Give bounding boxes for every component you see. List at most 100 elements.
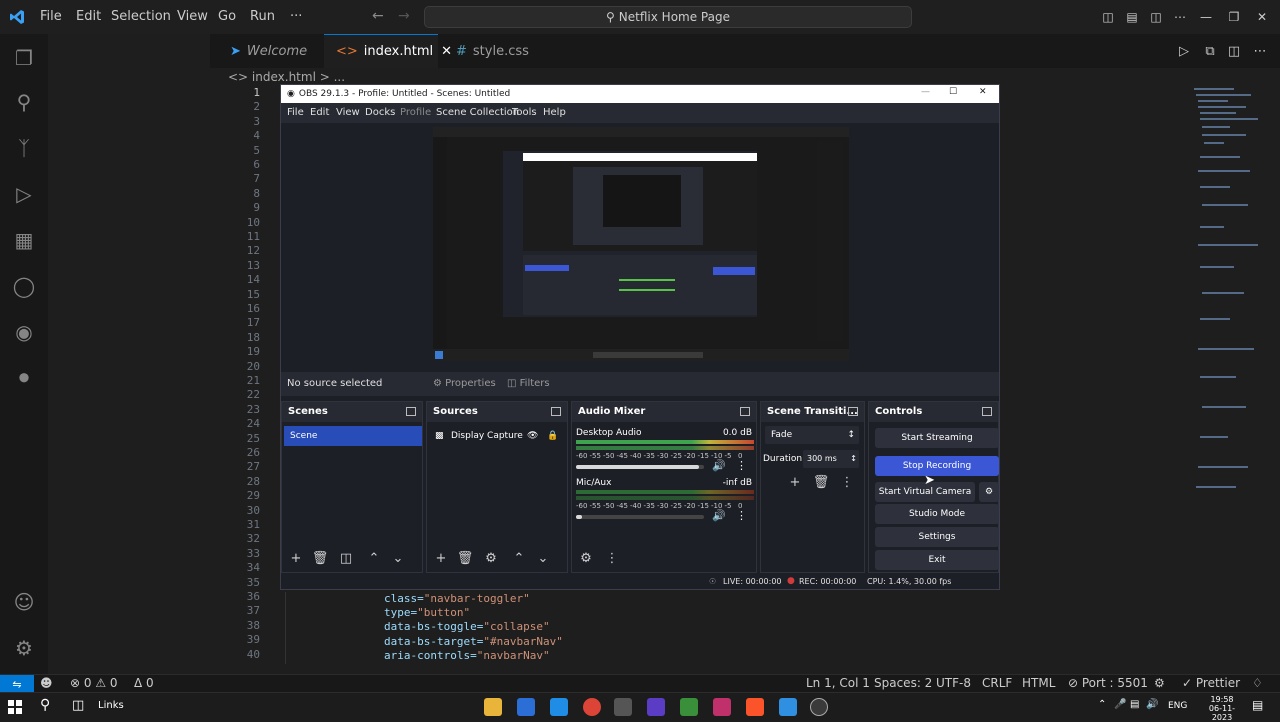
extension-status-icon[interactable]: ⚙ (1154, 676, 1165, 690)
properties-button[interactable]: ⚙ Properties (429, 376, 500, 391)
prettier-status[interactable]: ✓ Prettier (1182, 676, 1240, 690)
end-of-line[interactable]: CRLF (982, 676, 1012, 690)
obs-menu-tools[interactable]: Tools (512, 107, 537, 118)
studio-mode-button[interactable]: Studio Mode (875, 504, 999, 524)
audio-menu-icon[interactable]: ⋮ (604, 550, 620, 566)
run-icon[interactable]: ▷ (1172, 39, 1196, 63)
add-transition-icon[interactable]: + (787, 474, 803, 490)
forward-arrow-icon[interactable]: → (398, 8, 410, 24)
ports-count[interactable]: Δ 0 (134, 676, 154, 690)
undock-icon[interactable] (740, 407, 750, 416)
store-icon[interactable] (517, 698, 535, 716)
chrome-icon[interactable] (583, 698, 601, 716)
move-down-icon[interactable]: ⌄ (535, 550, 551, 566)
run-debug-icon[interactable]: ▷ (12, 182, 36, 206)
app-icon[interactable] (680, 698, 698, 716)
remove-source-icon[interactable]: 🗑 (457, 550, 474, 566)
clock[interactable]: 19:58 06-11-2023 (1200, 695, 1244, 722)
notifications-bell-icon[interactable]: ♢ (1252, 676, 1263, 690)
explorer-icon[interactable]: ❐ (12, 46, 36, 70)
code-line[interactable]: data-bs-toggle="collapse" (384, 620, 550, 633)
indentation[interactable]: Spaces: 2 (874, 676, 932, 690)
remove-transition-icon[interactable]: 🗑 (813, 474, 830, 490)
problems-count[interactable]: ⊗ 0 ⚠ 0 (70, 676, 118, 690)
file-explorer-icon[interactable] (484, 698, 502, 716)
obs-close-icon[interactable]: ✕ (979, 87, 987, 97)
start-streaming-button[interactable]: Start Streaming (875, 428, 999, 448)
task-view-icon[interactable]: ◫ (72, 698, 84, 713)
links-toolbar[interactable]: Links (98, 700, 124, 711)
minimap[interactable] (1190, 86, 1260, 496)
language-indicator[interactable]: ENG (1168, 701, 1187, 711)
source-list-item[interactable]: ▩ Display Capture 👁 🔒 (429, 426, 567, 446)
mic-aux-menu-icon[interactable]: ⋮ (736, 509, 747, 522)
add-scene-icon[interactable]: + (288, 550, 304, 566)
source-control-icon[interactable]: ᛉ (12, 136, 36, 160)
obs-taskbar-icon[interactable] (810, 698, 828, 716)
manage-gear-icon[interactable]: ⚙ (12, 636, 36, 660)
mic-aux-volume-slider[interactable] (576, 515, 704, 519)
obs-menu-help[interactable]: Help (543, 107, 566, 118)
obs-minimize-icon[interactable]: — (921, 87, 930, 97)
windows-start-icon[interactable] (8, 700, 22, 714)
close-window-icon[interactable]: ✕ (1242, 0, 1280, 34)
obs-menu-file[interactable]: File (287, 107, 304, 118)
transition-menu-icon[interactable]: ⋮ (839, 474, 855, 490)
network-icon[interactable]: ▤ (1130, 699, 1139, 710)
notification-center-icon[interactable]: ▤ (1252, 698, 1263, 712)
menu-view[interactable]: View (169, 0, 216, 34)
language-mode[interactable]: HTML (1022, 676, 1055, 690)
extensions-icon[interactable]: ▦ (12, 228, 36, 252)
move-down-icon[interactable]: ⌄ (390, 550, 406, 566)
more-actions-icon[interactable]: ⋯ (1248, 39, 1272, 63)
mic-aux-speaker-icon[interactable]: 🔊 (712, 509, 726, 522)
settings-button[interactable]: Settings (875, 527, 999, 547)
undock-icon[interactable] (848, 407, 858, 416)
obs-maximize-icon[interactable]: ☐ (949, 87, 957, 97)
code-line[interactable]: aria-controls="navbarNav" (384, 649, 550, 662)
accounts-icon[interactable]: ☺ (12, 590, 36, 614)
exit-button[interactable]: Exit (875, 550, 999, 570)
menu-selection[interactable]: Selection (103, 0, 179, 34)
cursor-position[interactable]: Ln 1, Col 1 (806, 676, 870, 690)
obs-menu-scene-collection[interactable]: Scene Collection (436, 107, 519, 118)
mail-icon[interactable] (550, 698, 568, 716)
command-center-search[interactable]: ⚲ Netflix Home Page (424, 6, 912, 28)
program-preview[interactable] (433, 127, 849, 361)
encoding[interactable]: UTF-8 (936, 676, 971, 690)
add-source-icon[interactable]: + (433, 550, 449, 566)
desktop-audio-volume-slider[interactable] (576, 465, 704, 469)
code-line[interactable]: data-bs-target="#navbarNav" (384, 635, 563, 648)
desktop-audio-menu-icon[interactable]: ⋮ (736, 459, 747, 472)
brave-icon[interactable] (746, 698, 764, 716)
live-server-port[interactable]: ⊘ Port : 5501 (1068, 676, 1148, 690)
move-up-icon[interactable]: ⌃ (366, 550, 382, 566)
volume-icon[interactable]: 🔊 (1146, 699, 1158, 710)
remote-indicator-icon[interactable]: ⇋ (0, 675, 34, 693)
open-preview-icon[interactable]: ⧉ (1198, 39, 1222, 63)
obs-menu-profile[interactable]: Profile (400, 107, 431, 118)
virtual-camera-settings-gear-icon[interactable]: ⚙ (979, 482, 999, 502)
menu-more[interactable]: ··· (282, 0, 310, 34)
transition-type-select[interactable]: Fade ↕ (765, 426, 859, 444)
visual-studio-icon[interactable] (647, 698, 665, 716)
remove-scene-icon[interactable]: 🗑 (312, 550, 329, 566)
lock-icon[interactable]: 🔒 (547, 426, 558, 446)
code-line[interactable]: class="navbar-toggler" (384, 592, 530, 605)
filters-button[interactable]: ◫ Filters (503, 376, 554, 391)
menu-file[interactable]: File (32, 0, 70, 34)
breadcrumb[interactable]: <> index.html > ... (228, 70, 345, 84)
tab-index-html[interactable]: <> index.html ✕ (324, 34, 452, 68)
app-icon[interactable] (614, 698, 632, 716)
remote-explorer-icon[interactable]: ◉ (12, 320, 36, 344)
duration-spinbox[interactable]: 300 ms ↕ (803, 450, 859, 468)
tray-chevron-up-icon[interactable]: ⌃ (1098, 699, 1106, 710)
desktop-audio-speaker-icon[interactable]: 🔊 (712, 459, 726, 472)
vscode-taskbar-icon[interactable] (779, 698, 797, 716)
advanced-audio-gear-icon[interactable]: ⚙ (578, 550, 594, 566)
undock-icon[interactable] (982, 407, 992, 416)
scene-list-item[interactable]: Scene (284, 426, 422, 446)
split-editor-icon[interactable]: ◫ (1222, 39, 1246, 63)
source-properties-gear-icon[interactable]: ⚙ (483, 550, 499, 566)
search-icon[interactable]: ⚲ (40, 697, 50, 713)
